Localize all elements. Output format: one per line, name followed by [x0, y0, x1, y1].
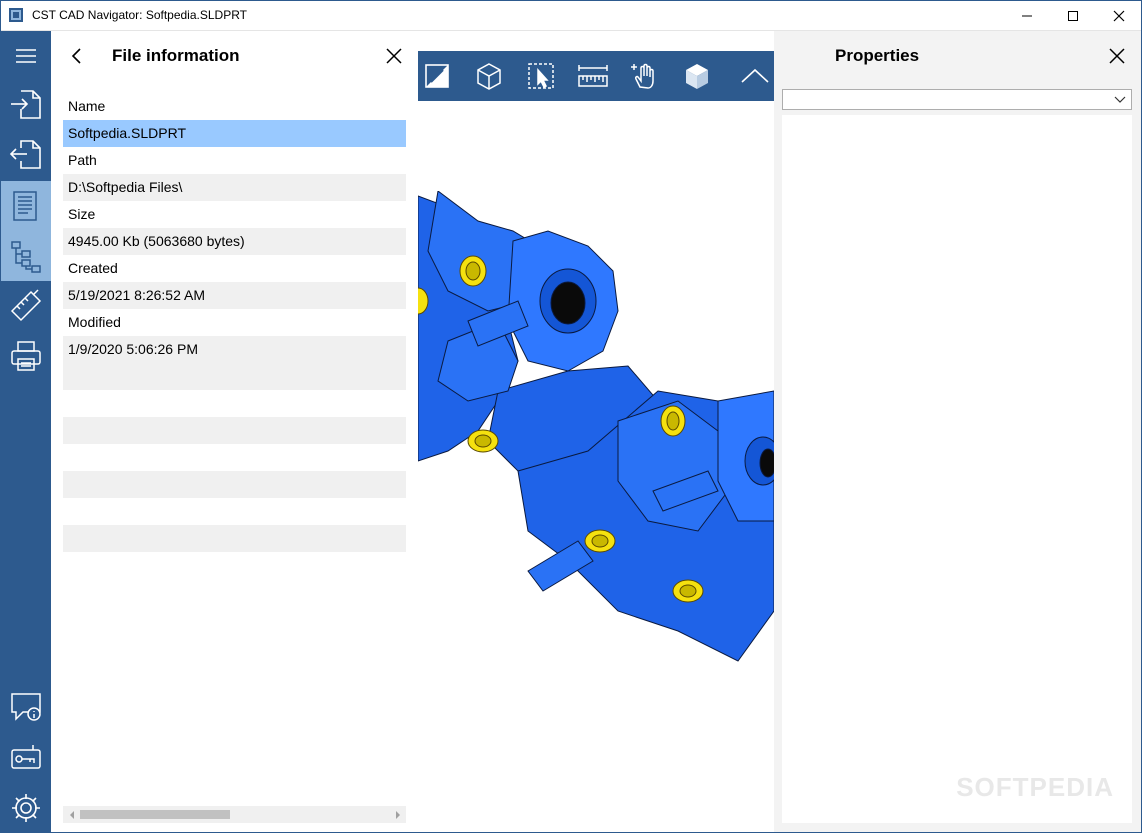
info-value-row[interactable]: 1/9/2020 5:06:26 PM — [63, 336, 406, 363]
export-file-icon — [9, 140, 41, 169]
settings-button[interactable] — [1, 783, 51, 833]
shaded-cube-icon — [686, 64, 708, 89]
feedback-button[interactable] — [1, 682, 51, 732]
scroll-right-button[interactable] — [389, 806, 406, 823]
left-rail — [1, 31, 51, 832]
close-icon — [386, 48, 402, 64]
import-file-icon — [11, 90, 41, 119]
chevron-down-icon — [1114, 96, 1126, 103]
properties-title: Properties — [835, 46, 920, 65]
info-value-row[interactable]: Softpedia.SLDPRT — [63, 120, 406, 147]
panel-header: File information — [51, 31, 418, 83]
section-view-button[interactable] — [418, 57, 456, 95]
info-value-row[interactable] — [63, 471, 406, 498]
structure-tree-icon — [11, 241, 41, 273]
pan-hand-icon — [631, 63, 654, 89]
structure-tree-button[interactable] — [1, 231, 51, 281]
measure-tool-button[interactable] — [574, 57, 612, 95]
close-properties-button[interactable] — [1105, 44, 1129, 68]
print-button[interactable] — [1, 331, 51, 381]
info-value-row[interactable] — [63, 417, 406, 444]
pan-button[interactable] — [626, 57, 664, 95]
scroll-right-icon — [395, 810, 400, 819]
ruler-measure-icon — [578, 65, 608, 87]
info-label-row[interactable]: Created — [63, 255, 406, 282]
measure-ruler-icon — [10, 289, 42, 322]
wireframe-view-button[interactable] — [470, 57, 508, 95]
panel-title: File information — [112, 46, 240, 65]
hamburger-menu-icon — [16, 49, 36, 63]
back-button[interactable] — [65, 43, 89, 69]
collapse-toolbar-icon — [741, 68, 769, 83]
horizontal-scrollbar[interactable] — [63, 806, 406, 823]
feedback-chat-icon — [11, 693, 41, 721]
section-view-icon — [425, 64, 449, 88]
measure-button[interactable] — [1, 281, 51, 331]
scrollbar-thumb[interactable] — [80, 810, 230, 819]
menu-button[interactable] — [1, 31, 51, 81]
maximize-icon — [1068, 10, 1078, 21]
license-key-icon — [11, 745, 41, 769]
title-bar: CST CAD Navigator: Softpedia.SLDPRT — [0, 0, 1142, 31]
info-label-row[interactable] — [63, 498, 406, 525]
chevron-left-icon — [71, 48, 81, 64]
info-value-row[interactable]: 4945.00 Kb (5063680 bytes) — [63, 228, 406, 255]
license-button[interactable] — [1, 733, 51, 783]
app-icon — [9, 8, 23, 22]
select-pointer-icon — [528, 63, 554, 89]
scroll-left-button[interactable] — [63, 806, 80, 823]
watermark: SOFTPEDIA — [956, 772, 1114, 802]
info-label-row[interactable]: Modified — [63, 309, 406, 336]
info-label-row[interactable]: Name — [63, 93, 406, 120]
close-window-button[interactable] — [1096, 0, 1142, 31]
maximize-button[interactable] — [1050, 0, 1096, 31]
properties-grid: SOFTPEDIA — [782, 115, 1132, 823]
info-value-row[interactable] — [63, 363, 406, 390]
file-information-button[interactable] — [1, 181, 51, 231]
collapse-toolbar-button[interactable] — [736, 57, 774, 95]
info-label-row[interactable] — [63, 552, 406, 579]
info-value-row[interactable] — [63, 525, 406, 552]
info-value-row[interactable]: 5/19/2021 8:26:52 AM — [63, 282, 406, 309]
dropdown-toggle[interactable] — [1112, 91, 1128, 108]
select-button[interactable] — [522, 57, 560, 95]
cad-model — [418, 191, 774, 662]
settings-gear-icon — [12, 794, 40, 822]
printer-icon — [11, 341, 41, 371]
file-information-icon — [13, 191, 37, 221]
file-information-panel: File information Name Softpedia.SLDPRT Pat… — [51, 31, 418, 832]
properties-panel: Properties SOFTPEDIA — [774, 31, 1141, 832]
model-viewport[interactable] — [418, 31, 774, 832]
import-button[interactable] — [1, 79, 51, 129]
info-label-row[interactable] — [63, 390, 406, 417]
info-label-row[interactable]: Size — [63, 201, 406, 228]
info-label-row[interactable] — [63, 444, 406, 471]
export-button[interactable] — [1, 129, 51, 179]
close-icon — [1113, 10, 1125, 21]
minimize-icon — [1022, 15, 1032, 16]
close-panel-button[interactable] — [382, 44, 406, 68]
close-icon — [1109, 48, 1125, 64]
properties-dropdown[interactable] — [782, 89, 1132, 110]
window-title: CST CAD Navigator: Softpedia.SLDPRT — [32, 8, 247, 22]
cube-wireframe-icon — [477, 63, 501, 90]
shaded-view-button[interactable] — [678, 57, 716, 95]
file-info-list: Name Softpedia.SLDPRT Path D:\Softpedia Fil… — [63, 93, 406, 814]
info-label-row[interactable]: Path — [63, 147, 406, 174]
info-value-row[interactable]: D:\Softpedia Files\ — [63, 174, 406, 201]
scroll-left-icon — [69, 810, 74, 819]
view-toolbar — [418, 51, 774, 101]
minimize-button[interactable] — [1004, 0, 1050, 31]
